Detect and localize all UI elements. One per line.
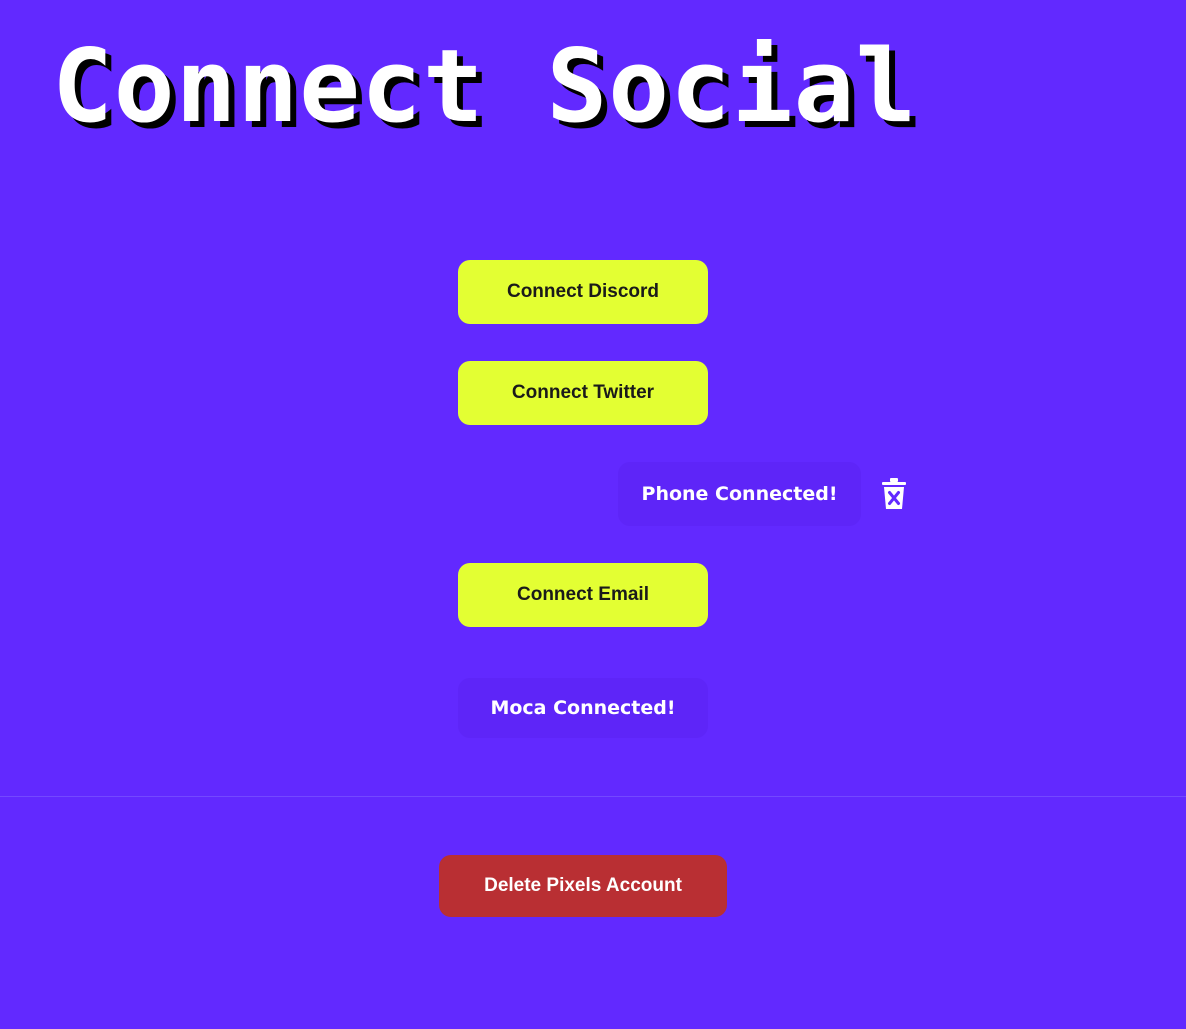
- connect-email-button[interactable]: Connect Email: [458, 563, 708, 627]
- section-divider: [0, 796, 1186, 797]
- connect-twitter-button[interactable]: Connect Twitter: [458, 361, 708, 425]
- moca-connected-status: Moca Connected!: [458, 678, 708, 738]
- trash-icon[interactable]: [880, 478, 908, 510]
- phone-connected-status: Phone Connected!: [618, 462, 861, 526]
- connect-discord-button[interactable]: Connect Discord: [458, 260, 708, 324]
- trash-x-icon: [882, 478, 906, 509]
- page-title: Connect Social: [52, 27, 918, 145]
- delete-account-button[interactable]: Delete Pixels Account: [439, 855, 727, 917]
